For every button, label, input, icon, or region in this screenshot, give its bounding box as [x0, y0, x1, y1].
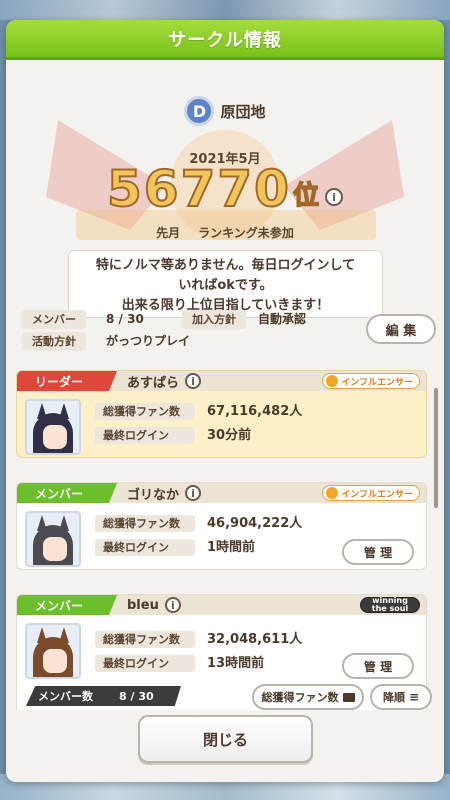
- sort-order-button[interactable]: 降順 ≡: [370, 684, 432, 710]
- member-card[interactable]: リーダー あすぱら i インフルエンサー 総獲得ファン数 67,116,482人…: [16, 370, 427, 458]
- member-role: メンバー: [17, 483, 117, 503]
- fans-value: 46,904,222人: [207, 516, 303, 531]
- tag-label: インフルエンサー: [341, 377, 413, 388]
- last-month-label: 先月: [156, 226, 181, 240]
- sort-order-label: 降順: [382, 691, 405, 704]
- tag-label: インフルエンサー: [341, 489, 413, 500]
- sun-icon: [326, 375, 339, 387]
- last-login-value: 13時間前: [207, 656, 265, 671]
- members-label: メンバー: [22, 310, 86, 329]
- member-info-icon[interactable]: i: [164, 597, 181, 613]
- join-policy-value: 自動承認: [258, 312, 307, 326]
- member-role: リーダー: [17, 371, 117, 391]
- member-info-icon[interactable]: i: [185, 485, 202, 501]
- last-login-label: 最終ログイン: [95, 539, 195, 556]
- circle-rank-badge-icon: D: [184, 96, 215, 126]
- last-login-value: 1時間前: [207, 540, 256, 555]
- fans-value: 67,116,482人: [207, 404, 303, 419]
- circle-info-dialog: サークル情報 D 原団地 2021年5月 56770 位 i 先月 ランキング未…: [6, 20, 444, 782]
- last-login-label: 最終ログイン: [95, 427, 195, 444]
- background-top: [0, 0, 450, 20]
- fans-label: 総獲得ファン数: [95, 631, 195, 648]
- avatar-face: [43, 537, 67, 561]
- activity-policy-label: 活動方針: [22, 332, 86, 351]
- fans-label: 総獲得ファン数: [95, 515, 195, 532]
- sun-icon: [326, 487, 339, 499]
- circle-name: 原団地: [220, 102, 266, 121]
- member-card-header: メンバー ゴリなか i インフルエンサー: [17, 483, 426, 503]
- member-list[interactable]: リーダー あすぱら i インフルエンサー 総獲得ファン数 67,116,482人…: [16, 370, 434, 710]
- ranking-number: 56770: [106, 159, 291, 219]
- member-card[interactable]: メンバー ゴリなか i インフルエンサー 総獲得ファン数 46,904,222人…: [16, 482, 427, 570]
- member-name: bleu: [127, 597, 159, 613]
- sort-lines-icon: ≡: [408, 690, 420, 704]
- member-avatar[interactable]: [25, 399, 81, 455]
- last-month-value: ランキング未参加: [198, 226, 294, 240]
- influencer-tag: インフルエンサー: [322, 373, 420, 389]
- member-count-value: 8 / 30: [119, 689, 154, 703]
- avatar-ear: [37, 627, 47, 643]
- last-month-row: 先月 ランキング未参加: [6, 224, 444, 241]
- avatar-ear: [59, 403, 69, 419]
- member-card-header: リーダー あすぱら i インフルエンサー: [17, 371, 426, 391]
- ranking-row: 56770 位 i: [6, 158, 444, 220]
- winning-the-soul-tag: winning the soul: [360, 597, 420, 613]
- avatar-face: [43, 425, 67, 449]
- avatar-face: [43, 649, 67, 673]
- member-count-label: メンバー数: [38, 690, 93, 703]
- sort-key-button[interactable]: 総獲得ファン数: [252, 684, 364, 710]
- sort-key-label: 総獲得ファン数: [261, 691, 339, 704]
- members-value: 8 / 30: [106, 312, 144, 326]
- circle-message: 特にノルマ等ありません。毎日ログインして いればokです。 出来る限り上位目指し…: [68, 250, 383, 318]
- last-login-value: 30分前: [207, 428, 252, 443]
- ranking-info-icon[interactable]: i: [324, 188, 343, 206]
- member-role: メンバー: [17, 595, 117, 615]
- close-button[interactable]: 閉じる: [138, 715, 313, 763]
- avatar-ear: [59, 627, 69, 643]
- circle-name-row: D 原団地: [6, 96, 444, 126]
- member-info-icon[interactable]: i: [185, 373, 202, 389]
- member-count-bar: メンバー数 8 / 30: [26, 686, 181, 706]
- manage-button[interactable]: 管 理: [342, 539, 414, 565]
- avatar-ear: [37, 515, 47, 531]
- avatar-ear: [59, 515, 69, 531]
- join-policy-label: 加入方針: [182, 310, 246, 329]
- dialog-title: サークル情報: [6, 20, 444, 60]
- sort-card-icon: [342, 692, 355, 702]
- member-card-header: メンバー bleu i winning the soul: [17, 595, 426, 615]
- edit-button[interactable]: 編 集: [366, 314, 436, 344]
- member-avatar[interactable]: [25, 623, 81, 679]
- member-avatar[interactable]: [25, 511, 81, 567]
- influencer-tag: インフルエンサー: [322, 485, 420, 501]
- member-name: ゴリなか: [127, 487, 180, 503]
- fans-label: 総獲得ファン数: [95, 403, 195, 420]
- ranking-unit: 位: [292, 180, 320, 212]
- avatar-ear: [37, 403, 47, 419]
- manage-button[interactable]: 管 理: [342, 653, 414, 679]
- member-name: あすぱら: [127, 375, 180, 391]
- tag-label: winning the soul: [371, 596, 409, 613]
- activity-policy-value: がっつりプレイ: [106, 334, 191, 348]
- last-login-label: 最終ログイン: [95, 655, 195, 672]
- fans-value: 32,048,611人: [207, 632, 303, 647]
- member-list-scrollbar[interactable]: [434, 388, 438, 508]
